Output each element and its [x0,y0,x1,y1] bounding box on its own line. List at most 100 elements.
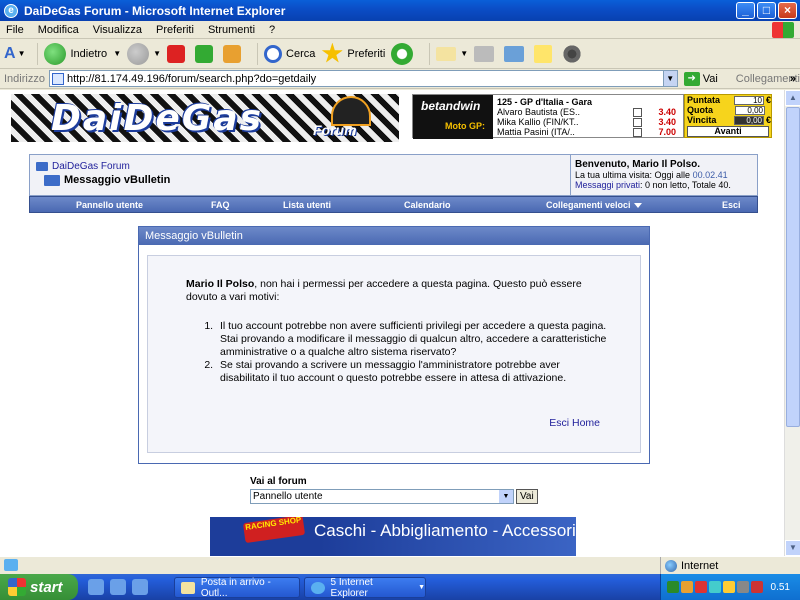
rider-checkbox[interactable] [633,107,642,117]
currency-label: € [765,95,771,105]
nav-calendar[interactable]: Calendario [404,200,451,210]
private-messages-link[interactable]: Messaggi privati [575,180,640,190]
close-button[interactable]: × [778,2,797,19]
menu-modifica[interactable]: Modifica [38,24,79,36]
forum-logo-sub: Forum [313,122,357,138]
minimize-button[interactable]: _ [736,2,755,19]
search-button[interactable]: Cerca [264,44,315,63]
history-button[interactable] [391,42,417,65]
nav-logout[interactable]: Esci [722,200,741,210]
forward-button[interactable]: ▼ [127,42,161,65]
links-chevron-icon[interactable]: » [790,73,796,85]
start-button[interactable]: start [0,574,78,600]
nav-member-list[interactable]: Lista utenti [283,200,331,210]
go-button[interactable]: ➜ Vai [683,71,718,86]
bet-logo[interactable]: betandwin Moto GP: [413,95,493,139]
discuss-button[interactable] [534,44,556,63]
toolbar: A ▼ Indietro ▼ ▼ Cerca Preferiti ▼ [0,39,800,69]
rider-checkbox[interactable] [633,117,642,127]
nav-quick-links[interactable]: Collegamenti veloci [546,200,642,210]
quick-launch-icon[interactable] [110,579,126,595]
edit-button[interactable] [504,45,528,62]
win-row: Vincita 0,00 € [685,115,771,125]
outlook-icon [181,581,195,594]
rider-name: Alvaro Bautista (ES.. [497,107,581,117]
print-button[interactable] [474,45,498,62]
star-icon [321,42,343,63]
menu-strumenti[interactable]: Strumenti [208,24,255,36]
breadcrumb-current: Messaggio vBulletin [36,174,170,186]
tray-icon[interactable] [723,581,735,593]
stop-button[interactable] [167,44,189,63]
ie-icon: e [4,3,18,18]
maximize-button[interactable]: □ [757,2,776,19]
ad-banner[interactable]: RACING SHOP Caschi - Abbigliamento - Acc… [210,517,576,556]
odds-value: 0,00 [735,105,765,115]
message-intro: Mario Il Polso, non hai i permessi per a… [186,278,610,304]
favorites-label: Preferiti [347,47,386,60]
back-button[interactable]: Indietro ▼ [44,42,121,65]
stake-panel: Puntata 10 € Quota 0,00 Vincita 0,00 € A… [684,94,772,138]
avanti-button[interactable]: Avanti [687,126,769,137]
menu-help[interactable]: ? [269,24,275,36]
scroll-down-icon[interactable]: ▼ [785,540,800,556]
menu-visualizza[interactable]: Visualizza [93,24,142,36]
home-button[interactable] [223,44,245,63]
stake-input[interactable]: 10 [734,95,764,105]
tray-icon[interactable] [709,581,721,593]
search-icon [264,44,283,63]
home-link[interactable]: Home [572,417,600,429]
tray-icon[interactable] [667,581,679,593]
back-label: Indietro [70,47,108,60]
quick-launch [88,579,148,595]
address-url[interactable]: http://81.174.49.196/forum/search.php?do… [67,73,663,85]
menu-preferiti[interactable]: Preferiti [156,24,194,36]
chevron-down-icon[interactable]: ▼ [662,71,677,86]
forum-jump-select[interactable]: Pannello utente ▼ [250,489,514,504]
chevron-down-icon[interactable]: ▼ [499,490,513,503]
forum-navbar: Pannello utente FAQ Lista utenti Calenda… [29,196,758,213]
breadcrumb-forum[interactable]: DaiDeGas Forum [36,161,170,172]
tray-icon[interactable] [751,581,763,593]
start-label: start [30,578,63,596]
vertical-scrollbar[interactable]: ▲ ▼ [784,90,800,556]
window-controls: _ □ × [736,2,797,19]
tray-icon[interactable] [695,581,707,593]
task-internet-explorer[interactable]: 5 Internet Explorer ▼ [304,577,426,599]
message-box: Messaggio vBulletin Mario Il Polso, non … [138,226,650,464]
tray-icon[interactable] [737,581,749,593]
ad-shop-logo: RACING SHOP [242,517,306,544]
quick-launch-icon[interactable] [132,579,148,595]
scroll-thumb[interactable] [786,107,800,427]
chevron-down-icon [633,202,642,208]
printer-icon [474,45,495,62]
forum-link[interactable]: DaiDeGas Forum [52,161,130,172]
menu-file[interactable]: File [6,24,24,36]
rider-checkbox[interactable] [633,127,642,137]
nav-faq[interactable]: FAQ [211,200,230,210]
rider-row: Alvaro Bautista (ES.. 3.40 [497,107,683,117]
quick-launch-icon[interactable] [88,579,104,595]
list-item: Se stai provando a scrivere un messaggio… [216,359,610,385]
address-input[interactable]: http://81.174.49.196/forum/search.php?do… [48,70,678,87]
nav-user-panel[interactable]: Pannello utente [76,200,143,210]
chevron-down-icon: ▼ [17,49,26,58]
messenger-button[interactable] [562,43,586,64]
favorites-button[interactable]: Preferiti [321,42,386,65]
mail-button[interactable]: ▼ [436,46,468,61]
windows-logo-icon [772,22,794,38]
font-size-button[interactable]: A ▼ [4,45,25,63]
scroll-up-icon[interactable]: ▲ [785,90,800,106]
forum-jump-button[interactable]: Vai [516,489,538,504]
address-bar: Indirizzo http://81.174.49.196/forum/sea… [0,69,800,89]
refresh-button[interactable] [195,44,217,63]
rider-odds: 3.40 [658,117,676,127]
race-title: 125 - GP d'Italia - Gara [497,97,593,107]
logout-link[interactable]: Esci [549,417,569,429]
page-title: Messaggio vBulletin [64,174,171,186]
tray-icon[interactable] [681,581,693,593]
forward-arrow-icon [127,42,150,65]
forum-banner[interactable]: DaiDeGas Forum [11,94,399,142]
task-outlook[interactable]: Posta in arrivo - Outl... [174,577,300,599]
message-body: Mario Il Polso, non hai i permessi per a… [147,255,641,453]
